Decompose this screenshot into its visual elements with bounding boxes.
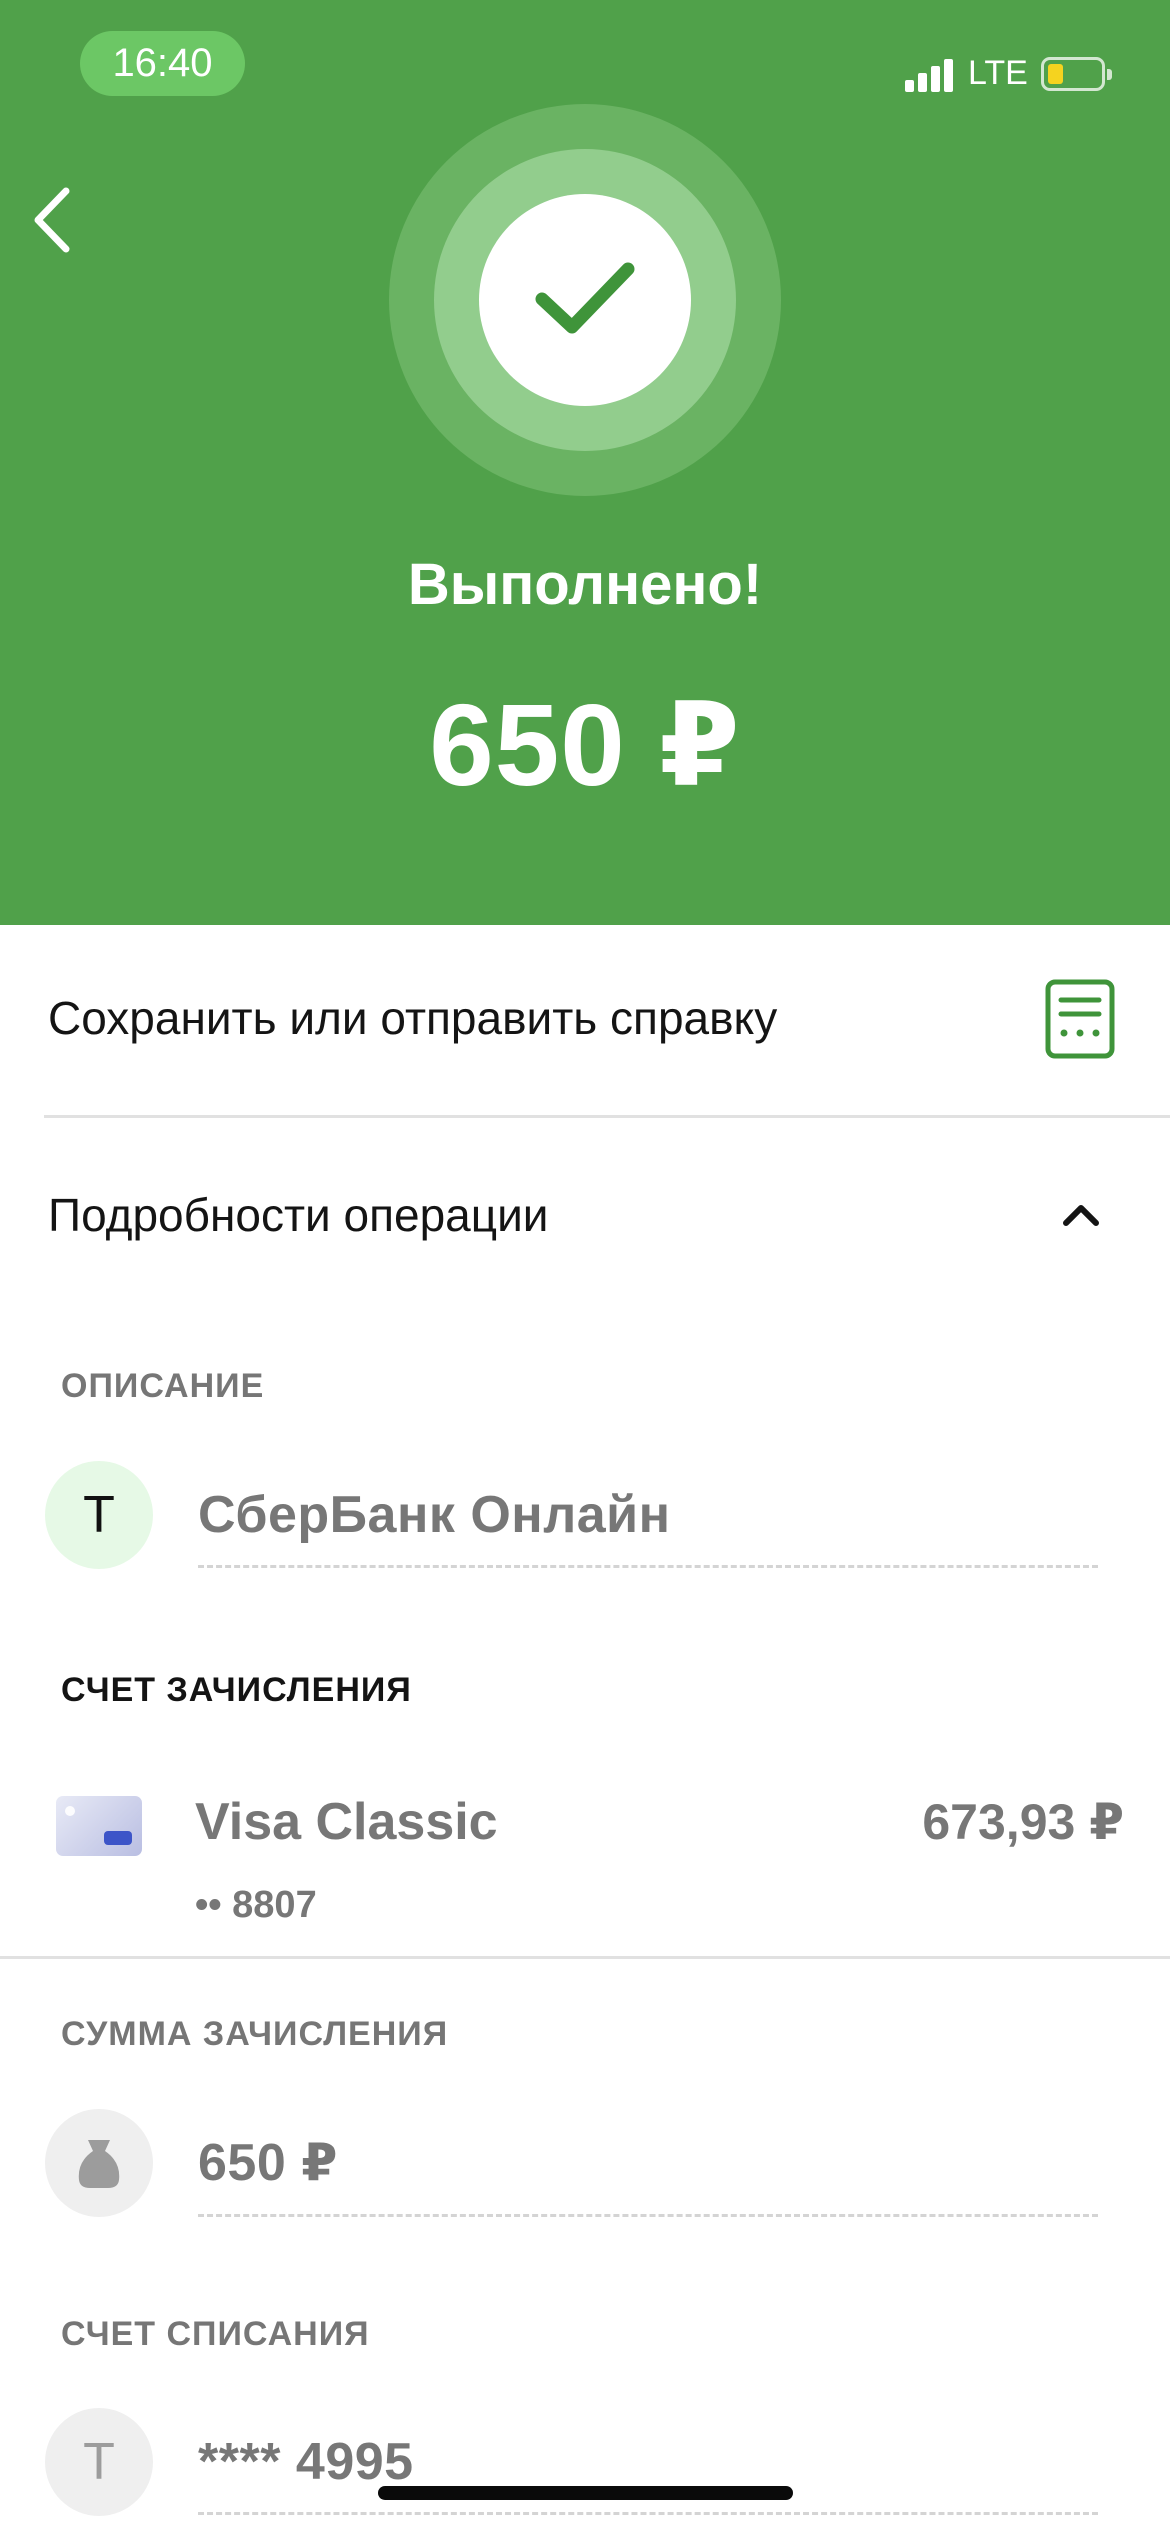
network-type: LTE [968, 54, 1028, 92]
status-time: 16:40 [80, 31, 245, 96]
battery-icon [1041, 57, 1112, 91]
success-check-icon [535, 262, 635, 334]
receipt-document-icon [1045, 979, 1115, 1059]
details-toggle-label: Подробности операции [48, 1189, 549, 1241]
debit-account-label: СЧЕТ СПИСАНИЯ [61, 2315, 370, 2353]
credit-account-label: СЧЕТ ЗАЧИСЛЕНИЯ [61, 1671, 412, 1709]
home-indicator[interactable] [378, 2486, 793, 2500]
visa-card-icon [56, 1796, 142, 1856]
money-bag-icon [78, 2140, 120, 2188]
divider [44, 1115, 1170, 1118]
back-chevron-icon [34, 187, 70, 253]
card-balance: 673,93 ₽ [922, 1794, 1124, 1850]
save-receipt-label: Сохранить или отправить справку [48, 992, 778, 1044]
payment-success-screen: 16:40 LTE Выполнено! 650 ₽ Сохранить или… [0, 0, 1170, 2532]
card-number-mask: •• 8807 [195, 1884, 317, 1926]
divider [0, 1956, 1170, 1959]
status-title: Выполнено! [407, 552, 763, 617]
field-underline [198, 2214, 1098, 2217]
field-underline [198, 2512, 1098, 2515]
description-label: ОПИСАНИЕ [61, 1367, 265, 1405]
debit-account-avatar: Т [45, 2408, 153, 2516]
payment-amount: 650 ₽ [429, 680, 741, 810]
credit-amount-label: СУММА ЗАЧИСЛЕНИЯ [61, 2015, 449, 2053]
chevron-up-icon [1063, 1205, 1099, 1226]
merchant-avatar: Т [45, 1461, 153, 1569]
cellular-signal-icon [905, 56, 953, 92]
description-value: СберБанк Онлайн [198, 1486, 671, 1544]
field-underline [198, 1565, 1098, 1568]
back-button[interactable] [20, 175, 90, 265]
card-name: Visa Classic [195, 1793, 498, 1851]
credit-amount-value: 650 ₽ [198, 2134, 338, 2192]
debit-account-value: **** 4995 [198, 2433, 414, 2491]
success-header: 16:40 LTE Выполнено! 650 ₽ [0, 0, 1170, 925]
